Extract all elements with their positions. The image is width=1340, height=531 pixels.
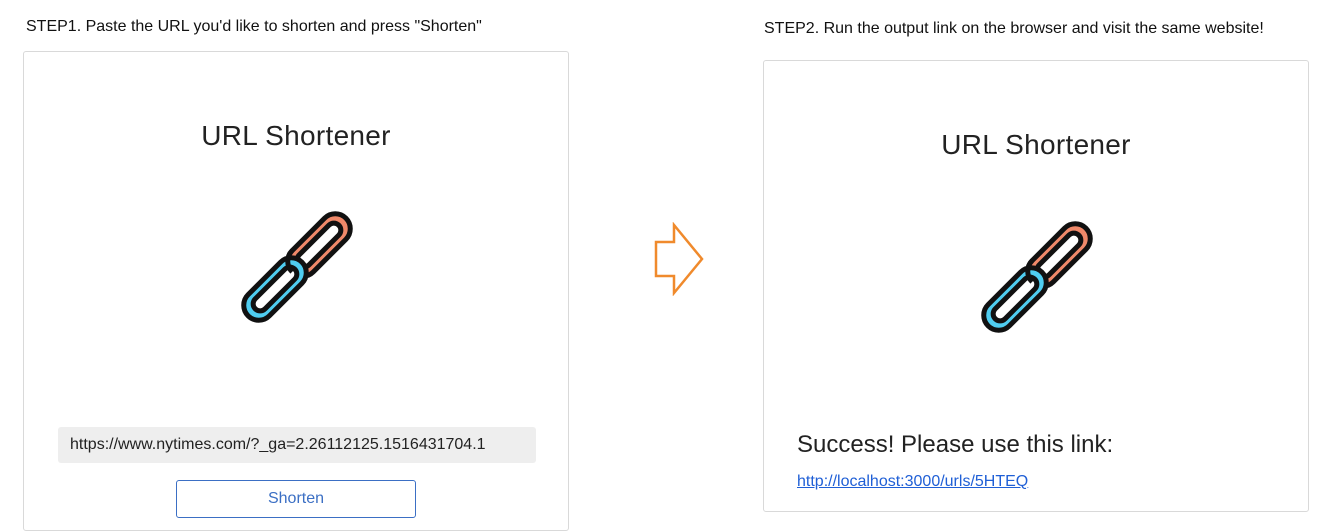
success-message: Success! Please use this link: — [797, 431, 1114, 458]
chain-link-icon — [981, 221, 1093, 333]
url-input[interactable] — [58, 427, 536, 463]
step1-label: STEP1. Paste the URL you'd like to short… — [26, 18, 482, 35]
step2-label: STEP2. Run the output link on the browse… — [764, 20, 1264, 37]
card-title: URL Shortener — [941, 129, 1131, 160]
shorten-button[interactable]: Shorten — [176, 480, 416, 518]
shortened-url-link[interactable]: http://localhost:3000/urls/5HTEQ — [797, 473, 1028, 491]
shortener-result-card: URL Shortener Success! Please use this l… — [763, 60, 1309, 512]
chain-link-icon — [241, 211, 353, 323]
card-title: URL Shortener — [201, 120, 391, 151]
shortener-form-card: URL Shortener Shorten — [23, 51, 569, 531]
arrow-right-icon — [654, 222, 704, 296]
